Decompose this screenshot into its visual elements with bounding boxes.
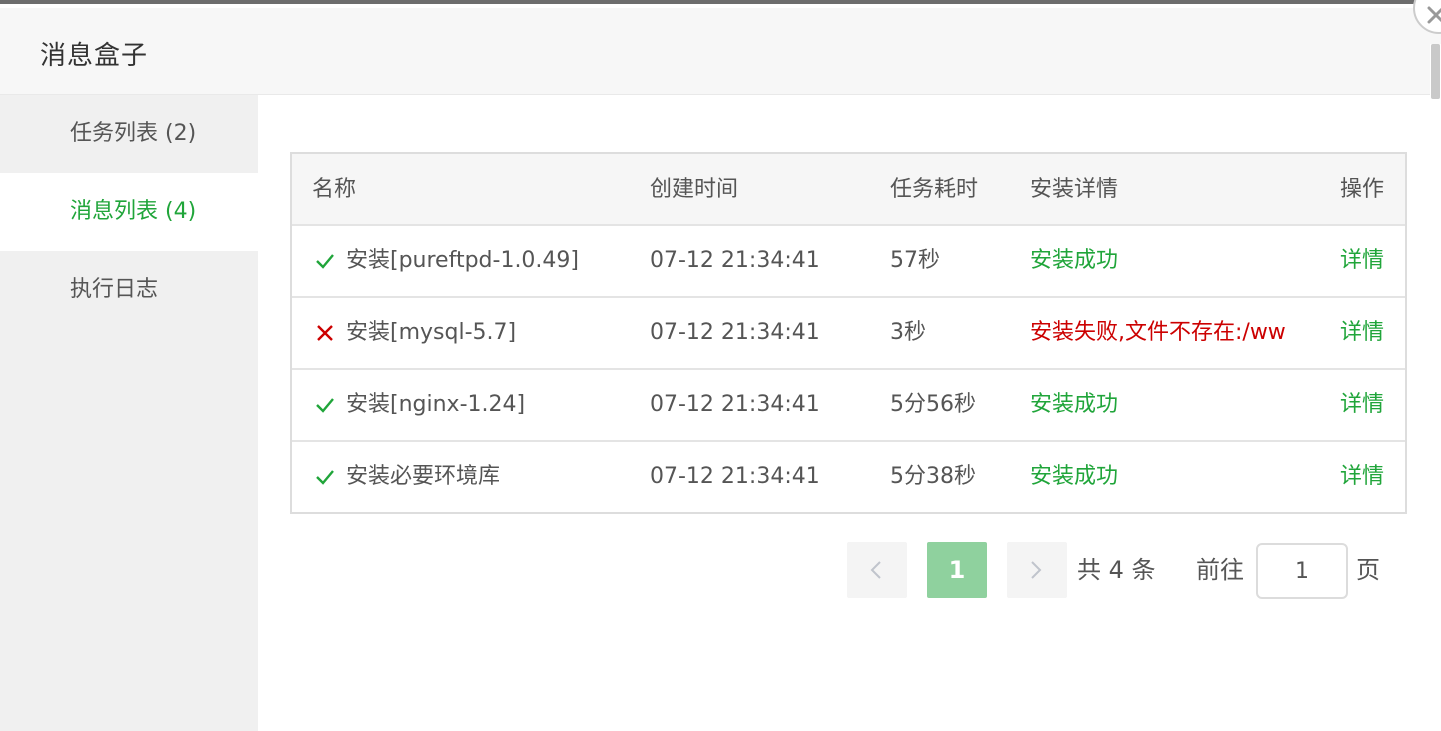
goto-label: 前往 — [1196, 556, 1244, 584]
sidebar-item-message-list[interactable]: 消息列表 (4) — [0, 173, 258, 251]
sidebar-item-label: 任务列表 (2) — [70, 121, 197, 146]
dialog-titlebar: 消息盒子 — [0, 8, 1441, 95]
check-icon — [316, 470, 334, 485]
column-header-name: 名称 — [312, 177, 357, 202]
sidebar-item-label: 消息列表 (4) — [70, 199, 197, 224]
row-name: 安装[pureftpd-1.0.49] — [346, 248, 579, 273]
column-header-duration: 任务耗时 — [890, 177, 979, 202]
row-created: 07-12 21:34:41 — [650, 320, 820, 345]
row-name: 安装[nginx-1.24] — [346, 392, 526, 417]
details-link[interactable]: 详情 — [1340, 226, 1400, 296]
column-header-action: 操作 — [1340, 177, 1385, 202]
details-link[interactable]: 详情 — [1340, 298, 1400, 368]
close-icon — [1427, 6, 1441, 24]
sidebar-item-task-list[interactable]: 任务列表 (2) — [0, 95, 258, 173]
row-created: 07-12 21:34:41 — [650, 248, 820, 273]
row-created: 07-12 21:34:41 — [650, 392, 820, 417]
sidebar-item-label: 执行日志 — [70, 277, 159, 302]
message-table: 名称 创建时间 任务耗时 安装详情 操作 安装[pureftpd-1.0.49]… — [290, 152, 1407, 514]
row-name: 安装[mysql-5.7] — [346, 320, 517, 345]
chevron-right-icon — [1031, 561, 1042, 579]
row-created: 07-12 21:34:41 — [650, 464, 820, 489]
prev-page-button[interactable] — [847, 542, 907, 598]
page-number-current[interactable]: 1 — [927, 542, 987, 598]
chevron-left-icon — [870, 561, 881, 579]
row-detail: 安装成功 — [1030, 464, 1119, 489]
check-icon — [316, 254, 334, 269]
row-name: 安装必要环境库 — [346, 464, 501, 489]
sidebar: 任务列表 (2) 消息列表 (4) 执行日志 — [0, 95, 258, 731]
row-duration: 57秒 — [890, 248, 940, 273]
scrollbar-thumb[interactable] — [1431, 44, 1440, 99]
cross-icon — [317, 325, 333, 341]
details-link[interactable]: 详情 — [1340, 370, 1400, 440]
table-row: 安装[mysql-5.7] 07-12 21:34:41 3秒 安装失败,文件不… — [292, 298, 1405, 370]
next-page-button[interactable] — [1007, 542, 1067, 598]
dialog-scrollbar[interactable] — [1430, 44, 1441, 731]
check-icon — [316, 398, 334, 413]
goto-page-input[interactable] — [1256, 543, 1348, 599]
sidebar-item-execution-log[interactable]: 执行日志 — [0, 251, 258, 329]
total-count: 共 4 条 — [1077, 556, 1156, 584]
row-duration: 5分56秒 — [890, 392, 976, 417]
table-row: 安装[pureftpd-1.0.49] 07-12 21:34:41 57秒 安… — [292, 226, 1405, 298]
row-duration: 3秒 — [890, 320, 926, 345]
details-link[interactable]: 详情 — [1340, 442, 1400, 512]
message-box-dialog: 消息盒子 任务列表 (2) 消息列表 (4) 执行日志 名称 创建时间 任务耗时… — [0, 0, 1441, 731]
table-row: 安装必要环境库 07-12 21:34:41 5分38秒 安装成功 详情 — [292, 442, 1405, 514]
column-header-detail: 安装详情 — [1030, 177, 1119, 202]
column-header-created: 创建时间 — [650, 177, 739, 202]
page-suffix: 页 — [1356, 556, 1380, 584]
table-row: 安装[nginx-1.24] 07-12 21:34:41 5分56秒 安装成功… — [292, 370, 1405, 442]
dialog-title: 消息盒子 — [40, 41, 149, 71]
row-detail: 安装成功 — [1030, 392, 1119, 417]
table-header: 名称 创建时间 任务耗时 安装详情 操作 — [292, 154, 1405, 226]
row-detail: 安装成功 — [1030, 248, 1119, 273]
row-detail: 安装失败,文件不存在:/ww — [1030, 320, 1286, 345]
row-duration: 5分38秒 — [890, 464, 976, 489]
